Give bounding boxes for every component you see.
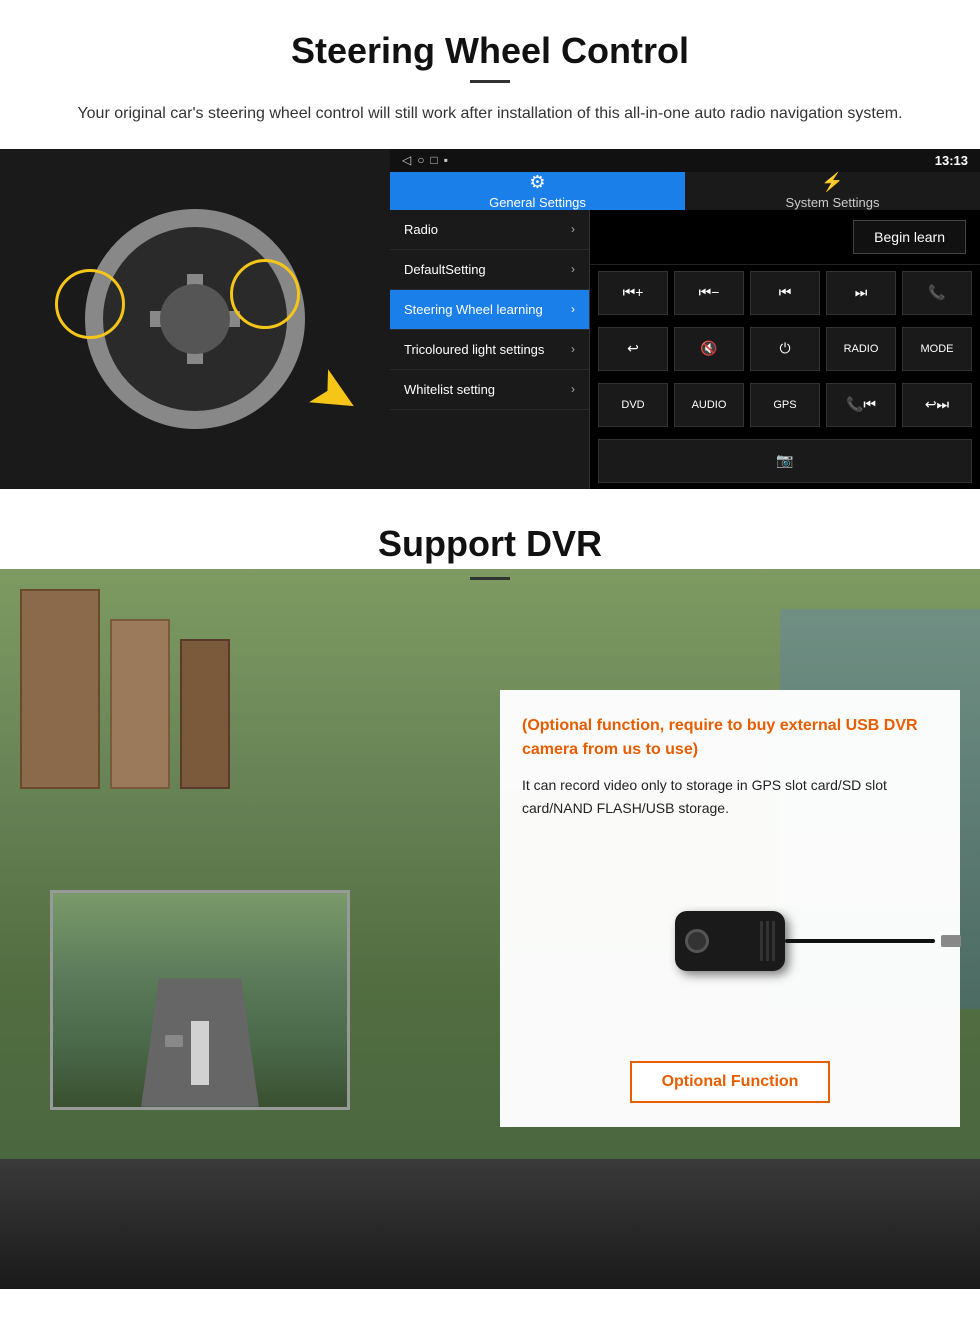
dvr-cable [785, 939, 935, 943]
menu-item-default[interactable]: DefaultSetting › [390, 250, 589, 290]
menu-arrow-icon: › [571, 222, 575, 236]
page-title: Steering Wheel Control [40, 30, 940, 72]
optional-function-button[interactable]: Optional Function [630, 1061, 831, 1103]
next-btn[interactable]: ⏭ [826, 271, 896, 315]
home-icon: ○ [417, 153, 424, 167]
recents-icon: □ [430, 153, 437, 167]
dvr-lens [685, 929, 709, 953]
steering-wheel-section: Steering Wheel Control Your original car… [0, 0, 980, 127]
menu-list: Radio › DefaultSetting › Steering Wheel … [390, 210, 590, 489]
mute-btn[interactable]: 🔇 [674, 327, 744, 371]
dvr-camera-preview [50, 890, 350, 1110]
android-ui-panel: ◁ ○ □ ▪ 13:13 ⚙ General Settings ⚡ Syste… [390, 149, 980, 489]
cam-lane [191, 1021, 209, 1085]
optional-text: (Optional function, require to buy exter… [522, 714, 938, 762]
dvr-left-panel [20, 610, 480, 1110]
vol-up-btn[interactable]: ⏮+ [598, 271, 668, 315]
system-icon: ⚡ [821, 172, 843, 193]
highlight-circle-right [230, 259, 300, 329]
car-1 [165, 1035, 183, 1047]
control-row-3: DVD AUDIO GPS 📞⏮ ↩⏭ [590, 377, 980, 433]
power-btn[interactable]: ⏻ [750, 327, 820, 371]
menu-arrow-icon: › [571, 302, 575, 316]
dvr-divider [470, 577, 510, 580]
status-time: 13:13 [935, 153, 968, 168]
control-row-2: ↩ 🔇 ⏻ RADIO MODE [590, 321, 980, 377]
menu-steering-label: Steering Wheel learning [404, 302, 543, 317]
tab-general-label: General Settings [489, 195, 586, 210]
call-btn[interactable]: 📞 [902, 271, 972, 315]
dvd-btn[interactable]: DVD [598, 383, 668, 427]
menu-default-label: DefaultSetting [404, 262, 486, 277]
menu-icon: ▪ [444, 153, 448, 167]
android-statusbar: ◁ ○ □ ▪ 13:13 [390, 149, 980, 172]
radio-btn[interactable]: RADIO [826, 327, 896, 371]
steering-demo-container: ➤ ◁ ○ □ ▪ 13:13 ⚙ General Settings ⚡ Sys… [0, 149, 980, 489]
steering-wheel-image: ➤ [0, 149, 390, 489]
android-tabs: ⚙ General Settings ⚡ System Settings [390, 172, 980, 210]
control-row-4: 📷 [590, 433, 980, 489]
menu-item-radio[interactable]: Radio › [390, 210, 589, 250]
device-assembly [675, 911, 785, 971]
dvr-device-body [675, 911, 785, 971]
dvr-usb-connector [941, 935, 961, 947]
grill-2 [766, 921, 769, 961]
wheel-center [160, 284, 230, 354]
call-prev-btn[interactable]: 📞⏮ [826, 383, 896, 427]
back-icon: ◁ [402, 153, 411, 167]
section-subtitle: Your original car's steering wheel contr… [60, 101, 920, 127]
menu-item-steering[interactable]: Steering Wheel learning › [390, 290, 589, 330]
dvr-header: Support DVR [0, 489, 980, 590]
prev-btn[interactable]: ⏮ [750, 271, 820, 315]
nav-icons: ◁ ○ □ ▪ [402, 153, 448, 167]
dvr-title: Support DVR [358, 519, 622, 569]
tab-system-label: System Settings [786, 195, 880, 210]
audio-btn[interactable]: AUDIO [674, 383, 744, 427]
tab-general-settings[interactable]: ⚙ General Settings [390, 172, 685, 210]
gear-icon: ⚙ [529, 172, 545, 193]
menu-arrow-icon: › [571, 342, 575, 356]
menu-tricoloured-label: Tricoloured light settings [404, 342, 544, 357]
grill-3 [760, 921, 763, 961]
tab-system-settings[interactable]: ⚡ System Settings [685, 172, 980, 210]
camera-btn[interactable]: 📷 [598, 439, 972, 483]
dvr-description: It can record video only to storage in G… [522, 774, 938, 822]
dashboard-area [0, 1159, 980, 1289]
dvr-device-illustration [522, 841, 938, 1041]
menu-radio-label: Radio [404, 222, 438, 237]
mode-btn[interactable]: MODE [902, 327, 972, 371]
vol-down-btn[interactable]: ⏮− [674, 271, 744, 315]
hangup-btn[interactable]: ↩ [598, 327, 668, 371]
highlight-circle-left [55, 269, 125, 339]
menu-whitelist-label: Whitelist setting [404, 382, 495, 397]
arrow-indicator: ➤ [296, 351, 375, 437]
control-panel: Begin learn ⏮+ ⏮− ⏮ ⏭ 📞 ↩ 🔇 ⏻ RADIO MODE [590, 210, 980, 489]
begin-learn-row: Begin learn [590, 210, 980, 265]
dvr-main: (Optional function, require to buy exter… [0, 590, 980, 1128]
menu-arrow-icon: › [571, 382, 575, 396]
begin-learn-button[interactable]: Begin learn [853, 220, 966, 254]
dvr-info-panel: (Optional function, require to buy exter… [500, 690, 960, 1128]
control-row-1: ⏮+ ⏮− ⏮ ⏭ 📞 [590, 265, 980, 321]
dvr-content: Support DVR (Optional function, require … [0, 489, 980, 1128]
back-next-btn[interactable]: ↩⏭ [902, 383, 972, 427]
car-2 [176, 1017, 190, 1027]
title-divider [470, 80, 510, 83]
menu-item-whitelist[interactable]: Whitelist setting › [390, 370, 589, 410]
menu-item-tricoloured[interactable]: Tricoloured light settings › [390, 330, 589, 370]
android-menu: Radio › DefaultSetting › Steering Wheel … [390, 210, 980, 489]
gps-btn[interactable]: GPS [750, 383, 820, 427]
menu-arrow-icon: › [571, 262, 575, 276]
dvr-section: Support DVR (Optional function, require … [0, 489, 980, 1289]
grill-1 [772, 921, 775, 961]
